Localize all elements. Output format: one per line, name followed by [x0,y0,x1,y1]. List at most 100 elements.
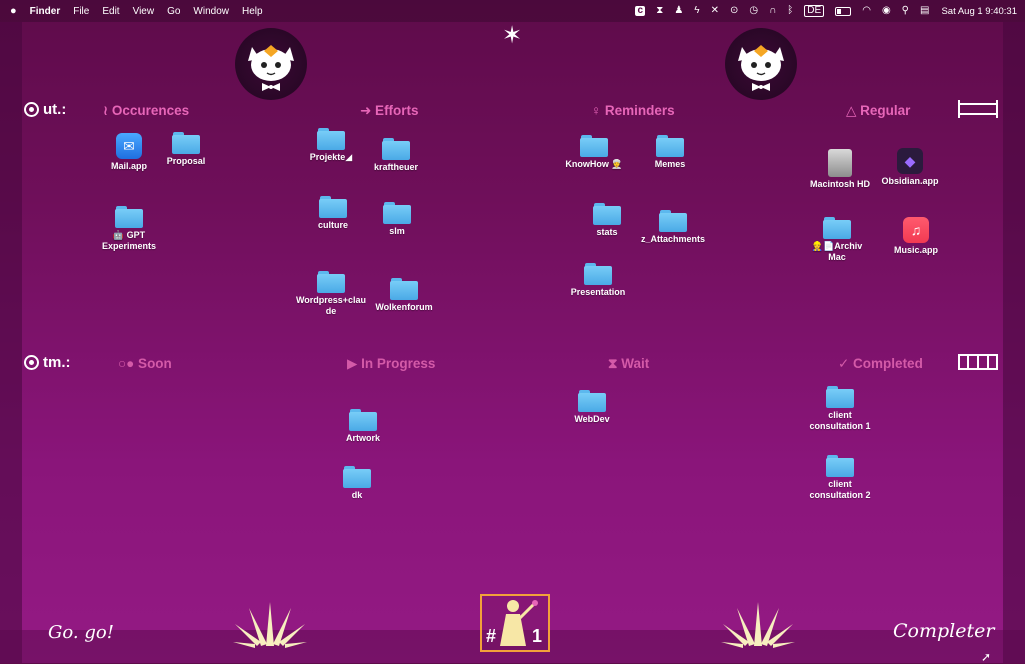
headphones-icon[interactable]: ∩ [769,6,776,16]
c-box-icon[interactable]: c [635,6,646,16]
star-icon: ✶ [501,22,523,49]
menu-view[interactable]: View [133,6,155,17]
desktop-item-label: Presentation [570,287,626,297]
folder-icon [383,202,411,224]
wallpaper-right-edge [1003,22,1025,663]
desktop-item-wolkenforum[interactable]: Wolkenforum [359,278,449,313]
folder-icon [317,128,345,150]
folder-icon [578,390,606,412]
folder-icon [317,271,345,293]
badge-number: 1 [532,626,543,646]
desktop-item-z-attachments[interactable]: z_Attachments [628,210,718,245]
desktop-item-dk[interactable]: dk [312,466,402,501]
menu-go[interactable]: Go [167,6,180,17]
menu-edit[interactable]: Edit [102,6,119,17]
menu-clock[interactable]: Sat Aug 1 9:40:31 [941,6,1017,17]
menu-bar: ● Finder File Edit View Go Window Help c… [0,0,1025,22]
row-label-tm-text: tm.: [43,354,71,371]
folder-icon [823,217,851,239]
desktop-item-client-consultation-2[interactable]: client consultation 2 [795,455,885,501]
menu-help[interactable]: Help [242,6,263,17]
desktop-item-label: Memes [654,159,686,169]
desktop-item-memes[interactable]: Memes [625,135,715,170]
number-one-badge: # 1 [480,594,550,652]
header-efforts: ➜ Efforts [360,103,419,118]
mail-app-icon: ✉ [116,133,142,159]
folder-icon [659,210,687,232]
bluetooth-icon[interactable]: ᛒ [787,6,793,16]
desktop-item-label: kraftheuer [373,162,418,172]
desktop-item-archiv-mac[interactable]: 👷📄Archiv Mac [792,217,882,263]
desktop-item-label: dk [351,490,363,500]
target-icon [24,102,39,117]
person-icon[interactable]: ♟ [674,6,683,16]
sunburst-icon [233,602,307,648]
desktop-item-label: client consultation 2 [809,479,871,500]
desktop-item-label: Obsidian.app [881,176,939,186]
desktop-item-proposal[interactable]: Proposal [141,132,231,167]
folder-icon [382,138,410,160]
menu-window[interactable]: Window [193,6,229,17]
row-label-tm: tm.: [24,354,71,371]
desktop-item-presentation[interactable]: Presentation [553,263,643,298]
desktop-item-client-consultation-1[interactable]: client consultation 1 [795,386,885,432]
wallpaper-left-edge [0,22,22,663]
search-icon[interactable]: ⚲ [902,6,909,16]
row-label-ut-text: ut.: [43,101,67,118]
cat-mascot-icon [725,28,797,100]
battery-icon[interactable] [835,6,852,16]
menu-file[interactable]: File [73,6,89,17]
folder-icon [580,135,608,157]
header-wait: ⧗ Wait [608,356,650,371]
hard-drive-icon [828,149,852,177]
obsidian-app-icon: ◆ [897,148,923,174]
shuffle-icon[interactable]: ✕ [711,6,719,16]
header-soon: ○● Soon [118,356,172,371]
menu-finder[interactable]: Finder [30,6,61,17]
desktop-item-label: slm [389,226,405,236]
bolt-icon[interactable]: ϟ [694,6,699,16]
input-source-icon[interactable]: DE [804,5,825,17]
wifi-icon[interactable]: ◠ [862,6,871,16]
mouse-cursor-icon: ➚ [981,650,992,664]
desktop-item-label: Music.app [893,245,938,255]
completer-text: Completer [893,620,995,642]
desktop-item-artwork[interactable]: Artwork [318,409,408,444]
desktop-item-label: Artwork [345,433,380,443]
folder-icon [593,203,621,225]
desktop-item-label: 🤖 GPT Experiments [101,230,157,251]
desktop-item-webdev[interactable]: WebDev [547,390,637,425]
desktop-item-music[interactable]: ♫ Music.app [871,217,961,256]
control-center-icon[interactable]: ▤ [920,6,929,16]
desktop-item-gpt-experiments[interactable]: 🤖 GPT Experiments [84,206,174,252]
folder-icon [656,135,684,157]
desktop-item-label: client consultation 1 [809,410,871,431]
apple-menu-icon[interactable]: ● [10,5,17,17]
desktop-item-slm[interactable]: slm [352,202,442,237]
desktop-item-kraftheuer[interactable]: kraftheuer [351,138,441,173]
header-reminders: ♀ Reminders [591,103,675,118]
header-completed: ✓ Completed [838,356,923,371]
user-circle-icon[interactable]: ◉ [882,6,891,16]
desktop-item-obsidian[interactable]: ◆ Obsidian.app [865,148,955,187]
folder-icon [319,196,347,218]
folder-icon [343,466,371,488]
folder-icon [826,386,854,408]
desktop-item-label: 👷📄Archiv Mac [811,241,863,262]
cat-mascot-icon [235,28,307,100]
desktop-item-label: WebDev [574,414,610,424]
hourglass-icon[interactable]: ⧗ [656,6,663,16]
play-circle-icon[interactable]: ⊙ [730,6,738,16]
desktop-item-label: Wolkenforum [375,302,433,312]
music-app-icon: ♫ [903,217,929,243]
row-label-ut: ut.: [24,101,66,118]
header-occurences: ≀ Occurences [103,103,190,118]
sunburst-icon [721,602,795,648]
folder-icon [390,278,418,300]
folder-icon [115,206,143,228]
header-regular: △ Regular [846,103,911,118]
header-in-progress: ▶ In Progress [347,356,436,371]
history-icon[interactable]: ◷ [749,6,758,16]
folder-icon [349,409,377,431]
badge-hash: # [486,626,497,646]
